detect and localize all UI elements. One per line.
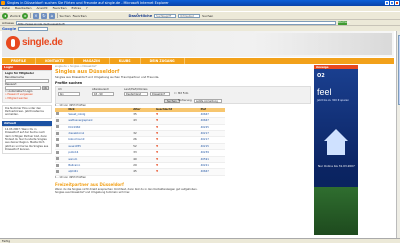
- refresh-icon: ↻: [42, 13, 46, 18]
- vertical-scrollbar[interactable]: [396, 31, 400, 238]
- header-skyline-image: [252, 33, 392, 55]
- home-button[interactable]: ⌂: [48, 12, 55, 19]
- house-roof-icon: [324, 129, 348, 141]
- nav-klubs[interactable]: KLUBS: [110, 58, 141, 64]
- intro-text: Singles aus Düsseldorf und Umgebung such…: [55, 75, 160, 79]
- alter-select[interactable]: 18 - 99: [92, 91, 114, 96]
- plz-cell[interactable]: 40667: [199, 168, 225, 176]
- results-pager-bottom[interactable]: 1 - 10 von 4953 Profilen: [55, 176, 311, 180]
- age-cell: 45: [132, 168, 155, 176]
- back-button[interactable]: ◂: [2, 12, 8, 19]
- ad-grass-image: [314, 187, 358, 235]
- profile-search-form: Ich bin Altersbereich 18 - 99 Land/PLZ/U…: [55, 85, 311, 104]
- dasoertliche-term-input[interactable]: Suchbegriff: [154, 13, 177, 18]
- dasoertliche-logo: DasÖrtliche: [128, 13, 153, 18]
- toolbar-separator: [30, 13, 31, 18]
- go-button[interactable]: Wechseln zu: [337, 20, 350, 28]
- avatar[interactable]: [56, 131, 59, 135]
- o2-advertisement[interactable]: O2 feel Jetzt bis zu 300 € sparen Nur On…: [314, 69, 358, 235]
- stop-button[interactable]: ×: [32, 12, 39, 19]
- ich-label: Ich: [58, 87, 62, 91]
- search-toolbar-button[interactable]: Suchen: [59, 14, 70, 18]
- toolbar-separator: [56, 13, 58, 18]
- site: single.de PROFILE KONTAKTE MAGAZIN KLUBS…: [2, 31, 394, 238]
- login-box: Login für Mitglieder Benutzername Passwo…: [2, 70, 52, 103]
- results-table: Nick Alter Geschlecht PLZ Sweet_nikolg 35…: [55, 107, 225, 176]
- country-select[interactable]: Deutschland: [124, 91, 148, 96]
- alter-label: Altersbereich: [92, 87, 110, 91]
- plz-input[interactable]: Düsseldorf: [150, 91, 170, 96]
- promo-text: Die Nummer Eins unter den Partnerbörsen.…: [2, 104, 52, 119]
- gender-icon: ♥: [154, 168, 200, 176]
- avatar[interactable]: [56, 125, 59, 129]
- browser-viewport: single.de PROFILE KONTAKTE MAGAZIN KLUBS…: [0, 31, 396, 238]
- back-label[interactable]: Zurück: [10, 14, 20, 18]
- table-row[interactable]: elphi61 45 ♥ 40667: [55, 168, 225, 176]
- favorites-toolbar-button[interactable]: Favoriten: [73, 14, 87, 18]
- internet-explorer-icon: [1, 1, 5, 5]
- house-body-icon: [327, 141, 345, 155]
- left-sidebar: Login Login für Mitglieder Benutzername …: [2, 65, 52, 238]
- close-button[interactable]: [395, 1, 399, 5]
- main-content: single.de » Singles » Düsseldorf Singles…: [55, 65, 311, 238]
- refresh-button[interactable]: ↻: [40, 12, 47, 19]
- main-nav: PROFILE KONTAKTE MAGAZIN KLUBS DEIN ZUGA…: [2, 58, 394, 64]
- dasoertliche-place-input[interactable]: Ort/Gebiet: [178, 13, 201, 18]
- window-title: Singles in Düsseldorf: suchen Sie Flirte…: [7, 1, 169, 5]
- avatar[interactable]: [56, 112, 59, 116]
- ich-select[interactable]: bin: [58, 91, 80, 96]
- status-bar: Fertig: [0, 238, 400, 243]
- google-search-input[interactable]: [18, 26, 49, 31]
- avatar[interactable]: [56, 150, 59, 154]
- forward-arrow-icon: ▸: [24, 13, 27, 18]
- become-member-link[interactable]: » Mitglied werden: [5, 97, 49, 101]
- ad-cta: Nur Online bis 31.03.2007: [318, 164, 355, 168]
- nav-kontakte[interactable]: KONTAKTE: [36, 58, 74, 64]
- nav-dein-zugang[interactable]: DEIN ZUGANG: [141, 58, 185, 64]
- avatar[interactable]: [56, 163, 59, 167]
- stop-icon: ×: [34, 13, 38, 18]
- toolbar: ◂ Zurück ▸ × ↻ ⌂ Suchen Favoriten DasÖrt…: [0, 11, 400, 19]
- photo-label: Mit Foto: [178, 91, 189, 95]
- news-text: 12.03.2007: Wenn Du in Düsseldorf auf de…: [2, 125, 52, 154]
- status-text: Fertig: [2, 239, 10, 243]
- sort-select[interactable]: Letzte Anmeldung: [194, 98, 222, 103]
- back-arrow-icon: ◂: [3, 13, 6, 18]
- avatar[interactable]: [56, 118, 59, 122]
- minimize-button[interactable]: [385, 1, 389, 5]
- location-label: Land/PLZ/Umkreis: [124, 87, 148, 91]
- avatar[interactable]: [56, 144, 59, 148]
- nick-link[interactable]: elphi61: [67, 168, 133, 176]
- avatar[interactable]: [56, 157, 59, 161]
- nav-profile[interactable]: PROFILE: [2, 58, 37, 64]
- single-de-logo[interactable]: single.de: [22, 37, 63, 48]
- photo-checkbox[interactable]: ☐: [174, 92, 176, 95]
- home-icon: ⌂: [50, 13, 54, 18]
- avatar[interactable]: [56, 169, 59, 173]
- address-input[interactable]: http://www.single.de/duesseldorf/: [15, 20, 336, 26]
- nav-magazin[interactable]: MAGAZIN: [74, 58, 110, 64]
- site-header: single.de: [2, 31, 394, 57]
- maximize-button[interactable]: [390, 1, 394, 5]
- address-label: Adresse: [2, 20, 14, 25]
- login-button[interactable]: OK: [41, 86, 49, 90]
- right-ad-column: Anzeige O2 feel Jetzt bis zu 300 € spare…: [314, 65, 358, 235]
- window-controls: [385, 1, 399, 5]
- o2-logo: O2: [317, 73, 325, 79]
- single-de-logo-icon[interactable]: [6, 36, 20, 50]
- sort-label: Sortierung: [178, 98, 192, 102]
- google-logo: Google: [2, 26, 17, 31]
- dasoertliche-search-button[interactable]: Suchen: [202, 14, 213, 18]
- ad-headline: feel: [317, 87, 332, 97]
- ad-subline: Jetzt bis zu 300 € sparen: [317, 99, 350, 102]
- forward-button[interactable]: ▸: [22, 12, 29, 19]
- footer-section-text: Wenn du die Singles nicht direkt ansprec…: [55, 187, 198, 195]
- avatar[interactable]: [56, 137, 59, 141]
